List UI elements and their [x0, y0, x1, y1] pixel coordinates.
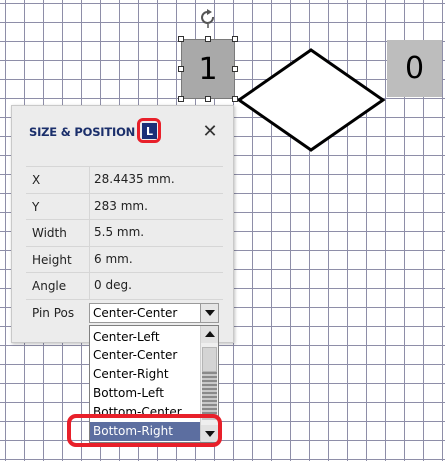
- resize-handle[interactable]: [178, 96, 184, 102]
- scroll-track[interactable]: [202, 372, 217, 420]
- dropdown-option[interactable]: Center-Center: [90, 346, 201, 365]
- dropdown-option[interactable]: Bottom-Left: [90, 384, 201, 403]
- property-row-angle: Angle 0 deg.: [26, 272, 223, 299]
- property-value-x[interactable]: 28.4435 mm.: [89, 167, 175, 193]
- property-row-x: X 28.4435 mm.: [26, 166, 223, 193]
- property-label: Angle: [32, 279, 67, 293]
- size-position-panel: SIZE & POSITION L ✕ X 28.4435 mm. Y 283 …: [11, 105, 234, 343]
- property-label: Pin Pos: [32, 305, 75, 320]
- scroll-thumb[interactable]: [202, 347, 217, 372]
- shape-label: 1: [198, 51, 218, 87]
- property-label: Height: [32, 252, 72, 267]
- selected-shape[interactable]: 1: [181, 39, 235, 99]
- property-row-y: Y 283 mm.: [26, 192, 223, 219]
- property-label: Width: [32, 226, 67, 240]
- resize-handle[interactable]: [178, 36, 184, 42]
- rotate-icon[interactable]: [198, 8, 218, 28]
- pin-pos-select[interactable]: Center-Center: [89, 303, 219, 323]
- dropdown-option[interactable]: Center-Left: [90, 328, 201, 347]
- property-value-width[interactable]: 5.5 mm.: [89, 220, 144, 246]
- panel-title: SIZE & POSITION: [29, 125, 136, 139]
- selection-highlight-annotation: [67, 414, 222, 447]
- resize-handle[interactable]: [205, 36, 211, 42]
- shape-label: 0: [404, 51, 425, 86]
- property-value-angle[interactable]: 0 deg.: [89, 273, 132, 299]
- resize-handle[interactable]: [232, 96, 238, 102]
- property-row-width: Width 5.5 mm.: [26, 219, 223, 246]
- properties-table: X 28.4435 mm. Y 283 mm. Width 5.5 mm. He…: [26, 166, 223, 325]
- shape-box[interactable]: 0: [387, 40, 442, 97]
- diamond-shape[interactable]: [236, 48, 386, 152]
- close-icon[interactable]: ✕: [201, 123, 219, 141]
- chevron-down-icon[interactable]: [200, 304, 218, 322]
- property-row-height: Height 6 mm.: [26, 245, 223, 272]
- resize-handle[interactable]: [232, 66, 238, 72]
- property-label: Y: [32, 199, 40, 214]
- property-value-height[interactable]: 6 mm.: [89, 246, 133, 272]
- property-label: X: [32, 173, 41, 187]
- dropdown-option[interactable]: Center-Right: [90, 365, 201, 384]
- pin-pos-value: Center-Center: [93, 306, 178, 320]
- property-value-y[interactable]: 283 mm.: [89, 193, 148, 219]
- resize-handle[interactable]: [178, 66, 184, 72]
- resize-handle[interactable]: [232, 36, 238, 42]
- lock-highlight-annotation: [137, 118, 161, 143]
- resize-handle[interactable]: [205, 96, 211, 102]
- scroll-up-icon[interactable]: [201, 326, 218, 343]
